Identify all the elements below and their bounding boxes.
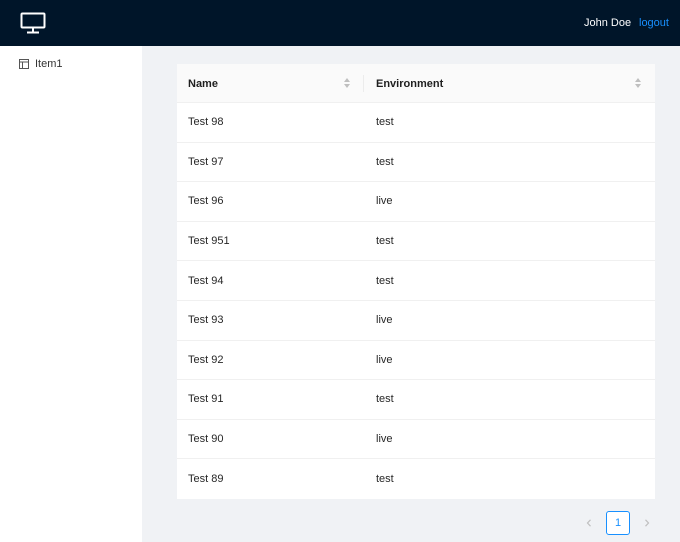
cell-name: Test 951 — [188, 235, 230, 248]
table-row[interactable]: Test 97 test — [177, 143, 655, 183]
table-row[interactable]: Test 96 live — [177, 182, 655, 222]
cell-environment: live — [376, 353, 393, 366]
sort-icon[interactable] — [634, 77, 642, 89]
cell-environment: live — [376, 433, 393, 446]
table-row[interactable]: Test 98 test — [177, 103, 655, 143]
sidebar-item-label: Item1 — [35, 58, 63, 70]
chevron-right-icon — [645, 519, 650, 527]
table-row[interactable]: Test 89 test — [177, 459, 655, 499]
sidebar-item-item1[interactable]: Item1 — [0, 54, 142, 74]
column-header-name[interactable]: Name — [188, 64, 364, 103]
table-row[interactable]: Test 94 test — [177, 261, 655, 301]
next-page-button[interactable] — [635, 511, 659, 535]
user-name: John Doe — [584, 17, 632, 29]
layout-icon — [19, 59, 29, 69]
prev-page-button[interactable] — [577, 511, 601, 535]
cell-environment: test — [376, 274, 394, 287]
cell-name: Test 91 — [188, 393, 224, 406]
app-header: John Doe logout — [0, 0, 680, 46]
cell-environment: test — [376, 155, 394, 168]
cell-environment: test — [376, 473, 394, 486]
table-row[interactable]: Test 91 test — [177, 380, 655, 420]
column-divider — [363, 75, 364, 92]
cell-name: Test 89 — [188, 473, 224, 486]
cell-name: Test 94 — [188, 274, 224, 287]
cell-name: Test 90 — [188, 433, 224, 446]
cell-environment: test — [376, 116, 394, 129]
cell-environment: test — [376, 235, 394, 248]
sort-icon[interactable] — [343, 77, 351, 89]
cell-name: Test 97 — [188, 155, 224, 168]
sidebar: Item1 — [0, 46, 142, 542]
column-header-label: Name — [188, 77, 218, 90]
table-body: Test 98 test Test 97 test Test 96 live Test 95… — [177, 103, 655, 499]
table-row[interactable]: Test 90 live — [177, 420, 655, 460]
cell-name: Test 93 — [188, 314, 224, 327]
logout-link[interactable]: logout — [639, 17, 669, 29]
page-item-current[interactable]: 1 — [606, 511, 630, 535]
pagination: 1 — [577, 511, 659, 535]
column-header-label: Environment — [376, 77, 444, 90]
monitor-icon[interactable] — [20, 12, 46, 34]
cell-name: Test 92 — [188, 353, 224, 366]
data-table: Name Environment Test 98 test Test 97 test T… — [177, 64, 655, 499]
table-row[interactable]: Test 92 live — [177, 341, 655, 381]
table-header: Name Environment — [177, 64, 655, 103]
cell-environment: live — [376, 195, 393, 208]
main-content: Name Environment Test 98 test Test 97 test T… — [142, 46, 680, 542]
table-row[interactable]: Test 951 test — [177, 222, 655, 262]
cell-environment: live — [376, 314, 393, 327]
column-header-environment[interactable]: Environment — [376, 64, 646, 103]
chevron-left-icon — [586, 519, 591, 527]
cell-environment: test — [376, 393, 394, 406]
cell-name: Test 98 — [188, 116, 224, 129]
cell-name: Test 96 — [188, 195, 224, 208]
table-row[interactable]: Test 93 live — [177, 301, 655, 341]
